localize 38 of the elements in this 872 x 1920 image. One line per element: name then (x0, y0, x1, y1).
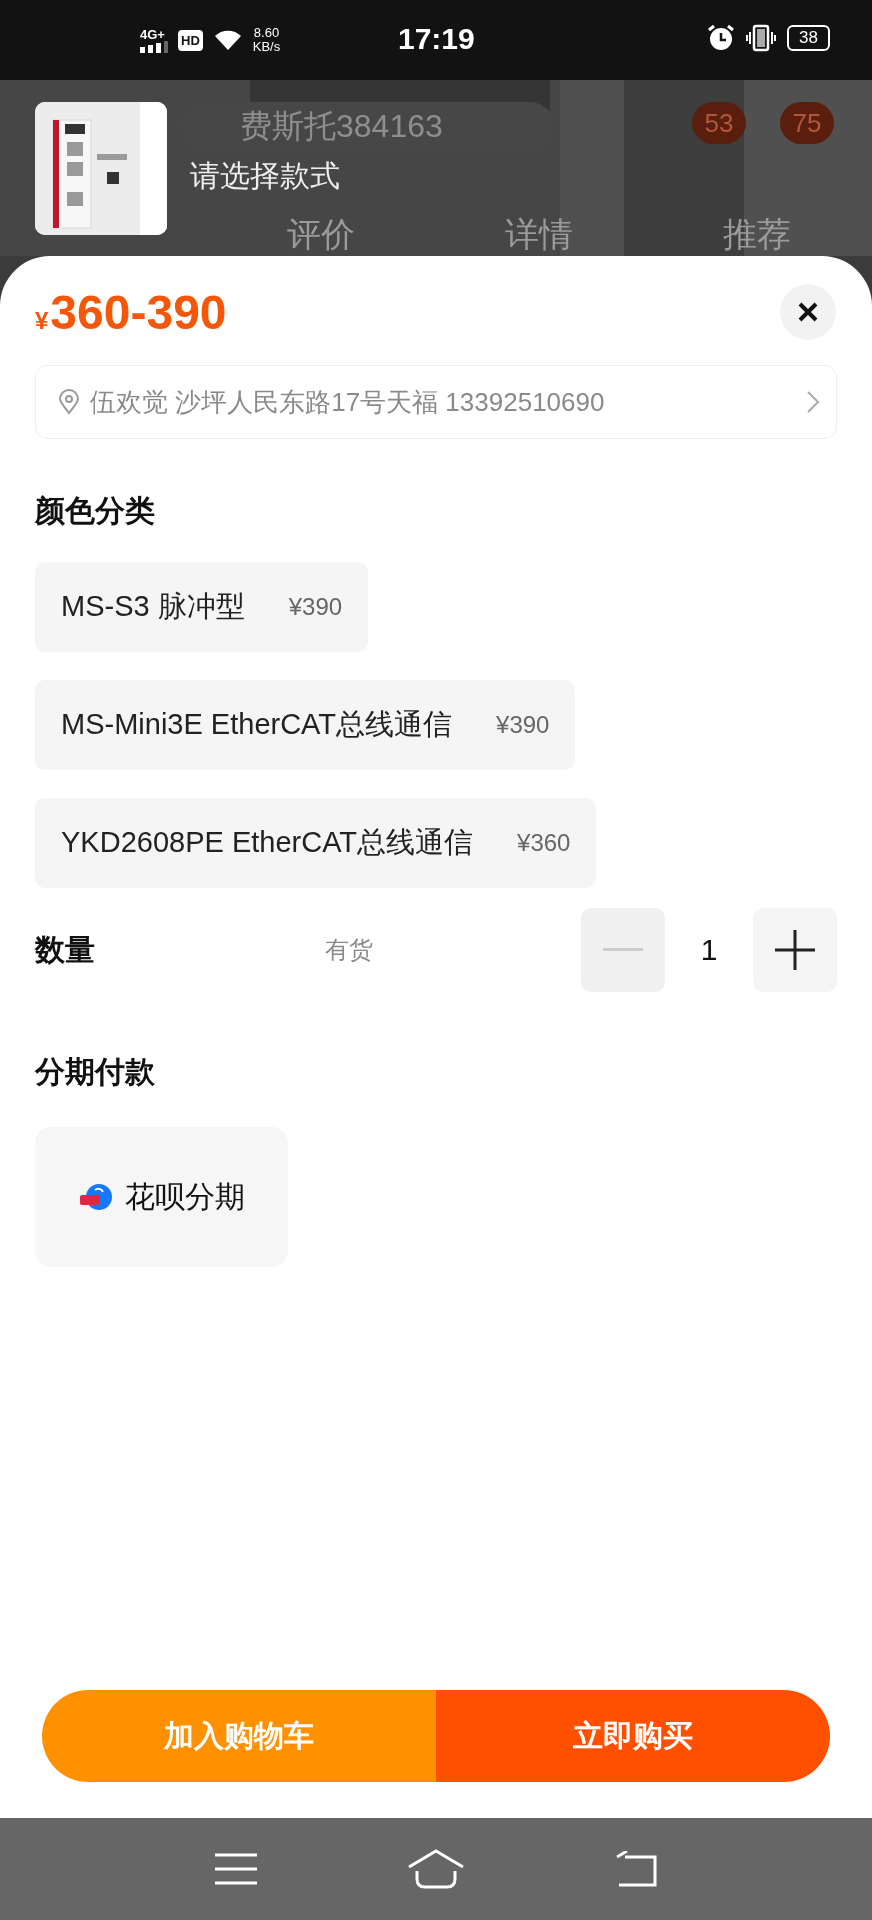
menu-icon (215, 1853, 257, 1885)
increment-button[interactable] (753, 908, 837, 992)
chevron-right-icon (806, 390, 820, 414)
alarm-icon (707, 24, 736, 52)
battery-indicator: 38 (787, 25, 830, 51)
style-option[interactable]: MS-Mini3E EtherCAT总线通信 ¥390 (35, 680, 576, 770)
network-type: 4G+ (140, 27, 165, 41)
plus-icon (775, 930, 815, 970)
hd-indicator: HD (178, 29, 203, 51)
stock-status: 有货 (325, 935, 374, 965)
speed-unit: KB/s (252, 40, 281, 54)
signal-icon (140, 40, 168, 53)
buy-now-button[interactable]: 立即购买 (436, 1690, 830, 1782)
minus-icon (603, 948, 643, 952)
installment-logo-icon (78, 1182, 113, 1212)
quantity-label: 数量 (35, 931, 96, 968)
network-speed: 8.60 (253, 26, 280, 40)
vibrate-icon (745, 24, 778, 52)
back-icon (615, 1851, 657, 1887)
back-button[interactable] (615, 1851, 657, 1887)
address-text: 伍欢觉 沙坪人民东路17号天福 13392510690 (90, 385, 606, 419)
location-pin-icon (58, 389, 80, 415)
add-to-cart-button[interactable]: 加入购物车 (42, 1690, 436, 1782)
home-icon (407, 1849, 465, 1889)
address-selector[interactable]: 伍欢觉 沙坪人民东路17号天福 13392510690 (35, 365, 837, 439)
close-button[interactable] (780, 284, 836, 340)
quantity-value: 1 (699, 933, 719, 967)
home-button[interactable] (407, 1849, 465, 1889)
menu-button[interactable] (215, 1853, 257, 1885)
wifi-icon (212, 28, 243, 52)
section-title: 颜色分类 (35, 493, 156, 529)
installment-option[interactable]: 花呗分期 (35, 1127, 288, 1267)
close-icon (797, 301, 819, 323)
style-option[interactable]: YKD2608PE EtherCAT总线通信 ¥360 (35, 798, 597, 888)
section-title: 分期付款 (35, 1054, 156, 1090)
style-option[interactable]: MS-S3 脉冲型 ¥390 (35, 562, 369, 652)
clock: 17:19 (398, 22, 475, 56)
price-range: ¥360-390 (35, 284, 227, 340)
